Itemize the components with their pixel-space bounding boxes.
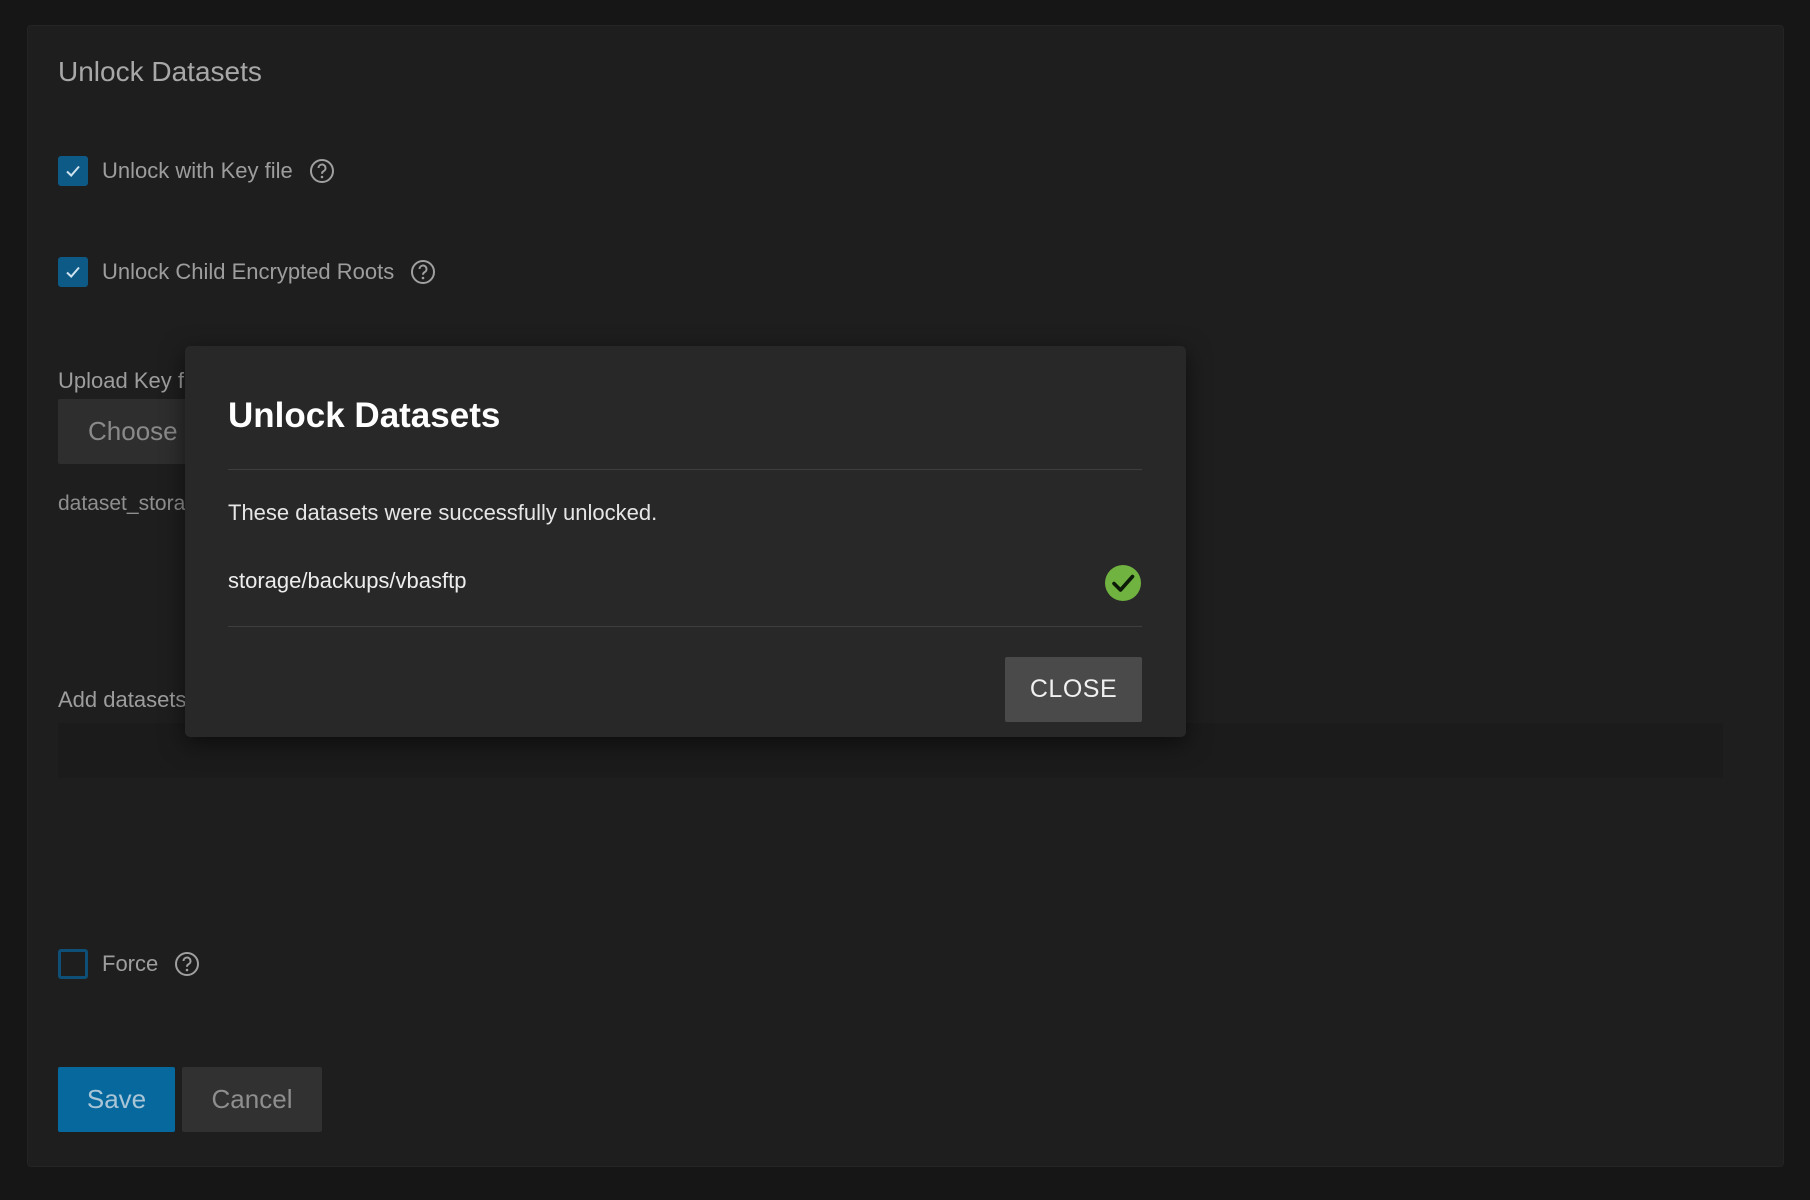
selected-filename: dataset_stora [58, 492, 186, 515]
dataset-name: storage/backups/vbasftp [228, 568, 467, 593]
force-label: Force [102, 951, 159, 976]
list-item: storage/backups/vbasftp [228, 564, 1142, 604]
form-title: Unlock Datasets [58, 56, 262, 87]
save-button[interactable]: Save [58, 1067, 175, 1132]
unlock-with-key-file-row: Unlock with Key file [58, 155, 335, 187]
force-checkbox[interactable] [58, 949, 88, 979]
page: Unlock Datasets Unlock with Key file Unl… [0, 0, 1810, 1200]
unlock-child-encrypted-roots-label: Unlock Child Encrypted Roots [102, 259, 395, 284]
divider [228, 469, 1142, 470]
help-icon[interactable] [309, 158, 335, 184]
success-icon [1104, 564, 1142, 602]
unlock-child-encrypted-roots-checkbox[interactable] [58, 257, 88, 287]
upload-key-file-label: Upload Key fi [58, 368, 189, 393]
help-icon[interactable] [410, 259, 436, 285]
dialog-title: Unlock Datasets [228, 396, 501, 435]
cancel-button[interactable]: Cancel [182, 1067, 322, 1132]
unlock-with-key-file-label: Unlock with Key file [102, 158, 293, 183]
force-row: Force [58, 948, 200, 980]
unlock-result-dialog: Unlock Datasets These datasets were succ… [185, 346, 1186, 737]
close-button[interactable]: CLOSE [1005, 657, 1142, 722]
checkmark-icon [66, 266, 80, 278]
unlock-child-encrypted-roots-row: Unlock Child Encrypted Roots [58, 256, 436, 288]
add-datasets-label: Add datasets [58, 687, 187, 712]
dialog-message: These datasets were successfully unlocke… [228, 500, 658, 525]
help-icon[interactable] [174, 951, 200, 977]
divider [228, 626, 1142, 627]
checkmark-icon [66, 165, 80, 177]
unlock-with-key-file-checkbox[interactable] [58, 156, 88, 186]
